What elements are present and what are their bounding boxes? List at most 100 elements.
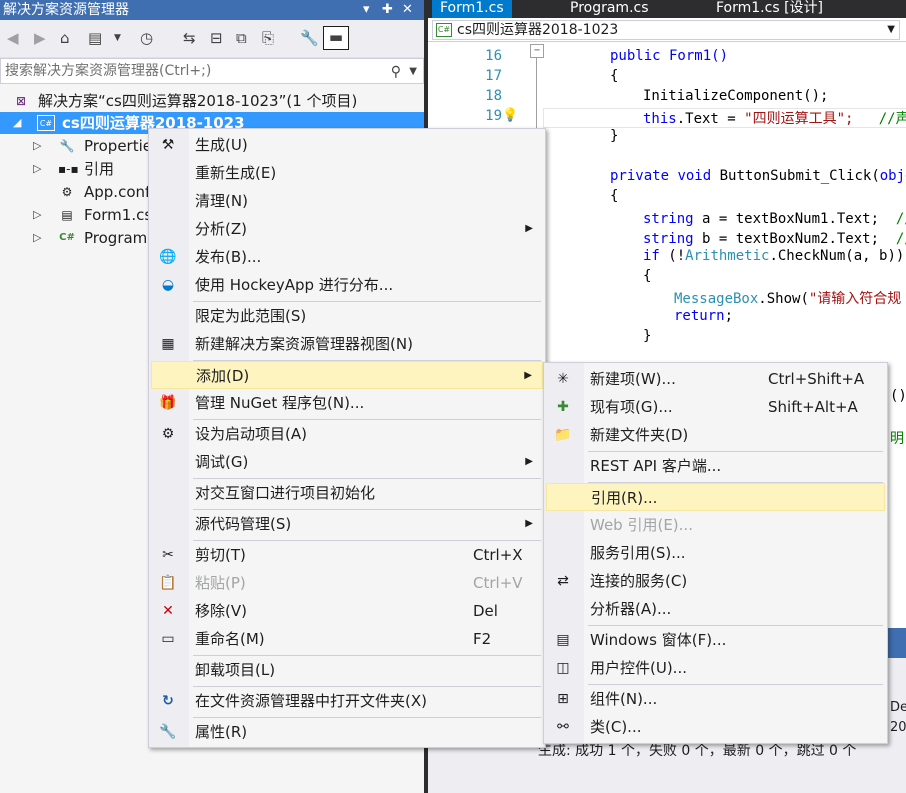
references-icon: ▪‑▪ <box>58 162 79 176</box>
expand-icon[interactable]: ▷ <box>33 135 41 157</box>
menu-item-open-folder[interactable]: ↻ 在文件资源管理器中打开文件夹(X) <box>151 687 543 715</box>
menu-item-properties[interactable]: 🔧 属性(R) <box>151 718 543 746</box>
menu-item-hockeyapp[interactable]: ◒ 使用 HockeyApp 进行分布... <box>151 271 543 299</box>
menu-item-build[interactable]: ⚒ 生成(U) <box>151 131 543 159</box>
line-number: 17 <box>485 68 502 84</box>
rename-icon: ▭ <box>161 631 175 647</box>
lightbulb-icon[interactable]: 💡 <box>502 108 518 123</box>
submenu-arrow-icon: ▶ <box>525 456 533 467</box>
code-line: () <box>890 388 906 404</box>
solution-icon: ⊠ <box>15 94 27 108</box>
chevron-down-icon[interactable]: ▼ <box>409 60 417 84</box>
menu-item-nuget[interactable]: 🎁 管理 NuGet 程序包(N)... <box>151 389 543 417</box>
menu-item-unload[interactable]: 卸载项目(L) <box>151 656 543 684</box>
search-input[interactable]: 搜索解决方案资源管理器(Ctrl+;) ⚲ ▼ <box>0 58 424 84</box>
code-line: string b = textBoxNum2.Text; //获 <box>643 231 906 247</box>
solution-explorer-toolbar: ◀ ▶ ⌂ ▤ ▼ ◷ ⇆ ⊟ ⧉ ⎘ 🔧 ▬ <box>0 20 424 58</box>
expand-icon[interactable]: ▷ <box>33 158 41 180</box>
dropdown-icon[interactable]: ▾ <box>363 0 370 20</box>
csharp-file-icon: C# <box>59 232 75 243</box>
menu-item-new-item[interactable]: ✳ 新建项(W)... Ctrl+Shift+A <box>546 365 885 393</box>
menu-item-analyze[interactable]: 分析(Z) ▶ <box>151 215 543 243</box>
collapse-icon[interactable]: − <box>530 44 544 58</box>
menu-item-analyzer[interactable]: 分析器(A)... <box>546 595 885 623</box>
wrench-icon[interactable]: 🔧 <box>300 29 319 47</box>
tab-form1-cs[interactable]: Form1.cs <box>432 0 512 18</box>
menu-item-debug[interactable]: 调试(G) ▶ <box>151 448 543 476</box>
config-file-icon: ⚙ <box>61 185 73 199</box>
submenu-arrow-icon: ▶ <box>524 370 532 381</box>
new-view-icon: ▦ <box>161 336 175 352</box>
code-line: 明 <box>890 431 904 447</box>
code-line: string a = textBoxNum1.Text; //获 <box>643 211 906 227</box>
menu-item-set-startup[interactable]: ⚙ 设为启动项目(A) <box>151 420 543 448</box>
line-number: 16 <box>485 48 502 64</box>
expand-icon[interactable]: ▷ <box>33 227 41 249</box>
component-icon: ⊞ <box>557 691 569 707</box>
menu-item-web-reference: Web 引用(E)... <box>590 516 693 534</box>
csharp-project-icon: C# <box>436 23 452 37</box>
navigation-bar: C# cs四则运算器2018-1023 ▼ <box>428 18 906 42</box>
new-item-icon: ✳ <box>557 371 569 387</box>
menu-item-source-control[interactable]: 源代码管理(S) ▶ <box>151 510 543 538</box>
close-icon[interactable]: ✕ <box>402 0 413 20</box>
chevron-down-icon[interactable]: ▼ <box>114 33 121 43</box>
collapse-icon[interactable]: ⊟ <box>210 29 223 47</box>
menu-item-remove[interactable]: ✕ 移除(V) Del <box>151 597 543 625</box>
project-combo[interactable]: C# cs四则运算器2018-1023 ▼ <box>432 20 900 40</box>
menu-item-publish[interactable]: 🌐 发布(B)... <box>151 243 543 271</box>
chevron-down-icon[interactable]: ▼ <box>887 21 895 39</box>
new-folder-icon: 📁 <box>554 427 572 443</box>
sync-icon[interactable]: ▤ <box>88 29 102 47</box>
scissors-icon: ✂ <box>162 547 174 563</box>
search-icon[interactable]: ⚲ <box>391 60 401 84</box>
tab-form1-design[interactable]: Form1.cs [设计] <box>708 0 831 18</box>
menu-item-rebuild[interactable]: 重新生成(E) <box>151 159 543 187</box>
tab-program-cs[interactable]: Program.cs <box>562 0 657 18</box>
editor-tabs: Form1.cs Program.cs Form1.cs [设计] <box>428 0 906 18</box>
form-icon: ▤ <box>61 208 73 222</box>
line-number: 19 <box>485 108 502 124</box>
output-line: De <box>890 700 906 715</box>
refresh-icon[interactable]: ⇆ <box>183 29 196 47</box>
copy-icon[interactable]: ⧉ <box>236 29 247 47</box>
menu-item-service-reference[interactable]: 服务引用(S)... <box>546 539 885 567</box>
wrench-icon: 🔧 <box>159 724 177 740</box>
forward-icon[interactable]: ▶ <box>34 29 46 47</box>
expand-icon[interactable]: ◢ <box>13 112 21 134</box>
output-line: 201 <box>890 720 906 735</box>
menu-item-rename[interactable]: ▭ 重命名(M) F2 <box>151 625 543 653</box>
preview-icon[interactable]: ▬ <box>323 26 349 50</box>
menu-item-existing-item[interactable]: ✚ 现有项(G)... Shift+Alt+A <box>546 393 885 421</box>
code-line: private void ButtonSubmit_Click(object <box>610 168 906 184</box>
submenu-arrow-icon: ▶ <box>525 518 533 529</box>
menu-item-user-control[interactable]: ◫ 用户控件(U)... <box>546 654 885 682</box>
show-files-icon[interactable]: ⎘ <box>262 29 274 47</box>
code-line: { <box>643 268 652 284</box>
back-icon[interactable]: ◀ <box>7 29 19 47</box>
code-line: { <box>610 68 619 84</box>
home-icon[interactable]: ⌂ <box>60 29 70 47</box>
menu-item-windows-form[interactable]: ▤ Windows 窗体(F)... <box>546 626 885 654</box>
menu-item-connected-service[interactable]: ⇄ 连接的服务(C) <box>546 567 885 595</box>
history-icon[interactable]: ◷ <box>140 29 153 47</box>
wrench-icon: 🔧 <box>59 139 75 153</box>
menu-item-cut[interactable]: ✂ 剪切(T) Ctrl+X <box>151 541 543 569</box>
menu-item-new-view[interactable]: ▦ 新建解决方案资源管理器视图(N) <box>151 330 543 358</box>
pin-icon[interactable]: ✚ <box>382 0 393 20</box>
menu-item-class[interactable]: ⚯ 类(C)... <box>546 713 885 741</box>
menu-item-new-folder[interactable]: 📁 新建文件夹(D) <box>546 421 885 449</box>
menu-item-component[interactable]: ⊞ 组件(N)... <box>546 685 885 713</box>
code-line: public Form1() <box>610 48 729 64</box>
menu-item-reference[interactable]: 引用(R)... <box>546 483 885 511</box>
menu-item-interactive-init[interactable]: 对交互窗口进行项目初始化 <box>151 479 543 507</box>
code-line: } <box>610 128 619 144</box>
code-line: MessageBox.Show("请输入符合规 <box>674 291 902 307</box>
code-line: InitializeComponent(); <box>643 88 829 104</box>
menu-item-add[interactable]: 添加(D) ▶ <box>151 361 543 389</box>
expand-icon[interactable]: ▷ <box>33 204 41 226</box>
globe-icon: 🌐 <box>159 249 177 265</box>
menu-item-rest-api[interactable]: REST API 客户端... <box>546 452 885 480</box>
menu-item-scope[interactable]: 限定为此范围(S) <box>151 302 543 330</box>
menu-item-clean[interactable]: 清理(N) <box>151 187 543 215</box>
